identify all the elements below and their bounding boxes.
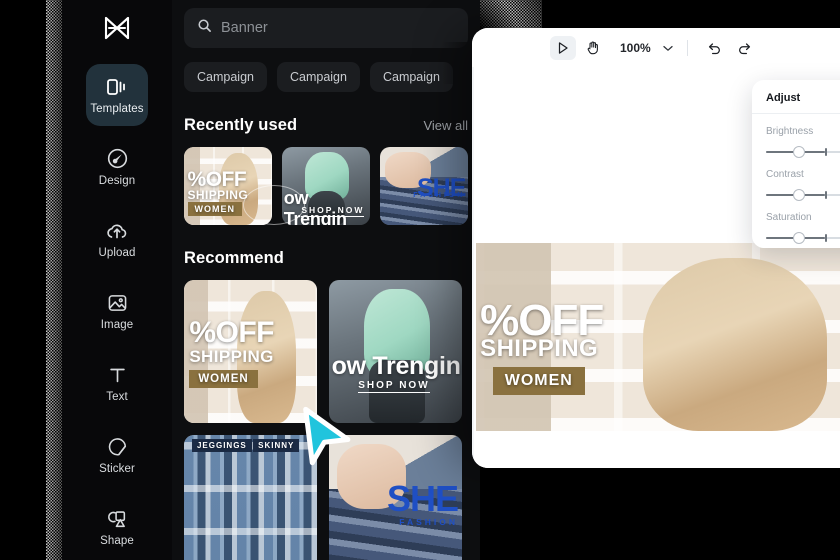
sidebar-item-label: Image [100,318,134,331]
thumb-text-brand-sub: FASHION [399,516,459,527]
contrast-slider-row: Contrast [766,169,840,201]
template-thumbnail[interactable]: %OFF SHIPPING WOMEN [184,147,272,225]
search-input[interactable]: Banner [221,20,268,36]
editor-toolbar: 100% [472,28,840,67]
thumb-text-badge: WOMEN [187,201,243,216]
saturation-slider[interactable] [766,232,840,244]
app-logo-icon[interactable] [95,6,139,50]
template-thumbnail[interactable]: ow Trengin SHOP NOW [282,147,370,225]
thumb-text-tag-left: JEGGINGS [191,439,252,453]
upload-cloud-icon [105,220,129,242]
banner-text-badge: WOMEN [492,367,585,396]
design-brush-icon [106,147,129,170]
view-all-link[interactable]: View all [423,118,468,133]
chip-campaign-2[interactable]: Campaign [276,62,360,92]
sticker-icon [106,436,129,458]
select-tool-button[interactable] [550,35,576,60]
sidebar-item-label: Text [106,390,128,403]
sidebar-item-text[interactable]: Text [86,352,148,414]
slider-tick [824,148,827,156]
text-icon [106,364,129,386]
sidebar-item-label: Templates [90,102,144,115]
section-title: Recommend [184,249,284,267]
sidebar-item-sticker[interactable]: Sticker [86,424,148,486]
brightness-slider[interactable] [766,146,840,158]
sidebar-item-shape[interactable]: Shape [86,496,148,558]
thumb-text-cta: SHOP NOW [358,380,430,394]
shape-icon [105,508,129,530]
template-thumbnail[interactable]: ow Trengin SHOP NOW [329,280,462,423]
thumb-text-off: %OFF [189,315,274,349]
brightness-slider-row: Brightness [766,126,840,158]
section-title: Recently used [184,116,298,134]
adjust-panel: Adjust Brightness Contrast Saturation [752,80,840,248]
chip-campaign-3[interactable]: Campaign [369,62,453,92]
sidebar-item-design[interactable]: Design [86,136,148,198]
chip-campaign-1[interactable]: Campaign [184,62,267,92]
image-icon [106,292,129,314]
toolbar-divider [686,39,688,56]
adjust-panel-title: Adjust [766,92,801,104]
thumb-text-brand: SHE [386,477,459,519]
sidebar-item-label: Design [98,175,136,187]
chevron-down-icon[interactable] [663,39,673,57]
slider-knob[interactable] [792,232,805,244]
thumb-text-shipping: SHIPPING [189,347,274,367]
slider-knob[interactable] [792,189,805,201]
sidebar-item-upload[interactable]: Upload [86,208,148,270]
slider-tick [824,234,827,242]
sidebar-item-label: Upload [98,246,136,259]
divider [752,113,840,114]
left-sidebar: Templates Design Upload Image Text Stick… [62,0,172,560]
thumb-text-headline: ow Trengin [331,351,461,380]
sidebar-item-label: Sticker [99,462,135,475]
thumb-text-cta: SHOP NOW [301,204,365,217]
undo-button[interactable] [702,36,728,60]
slider-label: Brightness [766,126,814,137]
sidebar-item-label: Shape [100,534,134,547]
recently-used-list: %OFF SHIPPING WOMEN ow Trengin SHOP NOW … [184,147,468,225]
banner-text-shipping: SHIPPING [480,335,599,363]
templates-icon [105,76,129,98]
saturation-slider-row: Saturation [766,212,840,244]
sidebar-item-image[interactable]: Image [86,280,148,342]
slider-knob[interactable] [792,146,805,158]
slider-label: Saturation [766,212,812,223]
slider-tick [824,191,827,199]
canvas-banner-image[interactable]: %OFF SHIPPING WOMEN [476,243,840,432]
template-thumbnail[interactable]: SHE FASHION [380,147,468,225]
recently-used-header: Recently used View all [184,116,468,135]
template-thumbnail[interactable]: %OFF SHIPPING WOMEN [184,280,317,423]
category-chips: Campaign Campaign Campaign [184,62,468,92]
contrast-slider[interactable] [766,189,840,201]
search-bar[interactable]: Banner [184,8,468,48]
zoom-level[interactable]: 100% [620,41,651,55]
slider-label: Contrast [766,169,804,180]
search-icon [197,18,212,38]
pointer-cursor-icon [292,406,354,473]
recommend-header: Recommend [184,249,468,268]
thumb-text-badge: WOMEN [189,370,258,389]
screen-root: Templates Design Upload Image Text Stick… [0,0,840,560]
thumb-text-shipping: SHIPPING [187,187,249,202]
redo-button[interactable] [732,36,758,60]
sidebar-item-templates[interactable]: Templates [86,64,148,126]
templates-panel: Banner Campaign Campaign Campaign Recent… [172,0,480,560]
hand-tool-button[interactable] [580,36,606,60]
thumb-text-brand-sub: FASHION [413,192,466,200]
